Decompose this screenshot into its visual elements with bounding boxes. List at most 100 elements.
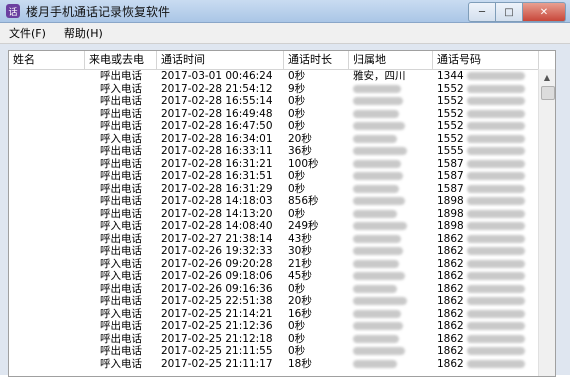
table-row[interactable]: 呼出电话 2017-03-01 00:46:24 0秒 雅安，四川 1344 xyxy=(9,70,555,83)
table-row[interactable]: 呼入电话 2017-02-28 14:08:40 249秒 1898 xyxy=(9,220,555,233)
cell-number: 1552 xyxy=(433,120,539,133)
cell-duration: 43秒 xyxy=(288,232,312,245)
table-row[interactable]: 呼出电话 2017-02-26 19:32:33 30秒 1862 xyxy=(9,245,555,258)
cell-location xyxy=(349,258,433,271)
table-row[interactable]: 呼出电话 2017-02-28 16:31:51 0秒 1587 xyxy=(9,170,555,183)
redacted-location xyxy=(353,359,397,368)
cell-duration: 0秒 xyxy=(288,207,306,220)
call-log-table[interactable]: 姓名 来电或去电 通话时间 通话时长 归属地 通话号码 呼出电话 2017-03-… xyxy=(8,50,556,377)
cell-location xyxy=(349,233,433,246)
cell-name xyxy=(9,145,85,158)
scroll-thumb[interactable] xyxy=(541,86,555,100)
cell-direction: 呼出电话 xyxy=(100,120,142,132)
table-header: 姓名 来电或去电 通话时间 通话时长 归属地 通话号码 xyxy=(9,51,555,70)
cell-time: 2017-02-26 09:18:06 xyxy=(161,270,273,282)
cell-time: 2017-02-25 21:12:18 xyxy=(161,332,273,345)
table-body: 呼出电话 2017-03-01 00:46:24 0秒 雅安，四川 1344 呼入电话 20… xyxy=(9,70,555,376)
table-row[interactable]: 呼出电话 2017-02-26 09:16:36 0秒 1862 xyxy=(9,283,555,296)
maximize-button[interactable]: □ xyxy=(496,2,523,22)
table-row[interactable]: 呼入电话 2017-02-25 21:11:17 18秒 1862 xyxy=(9,358,555,371)
table-row[interactable]: 呼出电话 2017-02-28 16:31:29 0秒 1587 xyxy=(9,183,555,196)
cell-time: 2017-02-28 14:18:03 xyxy=(161,195,273,207)
cell-direction: 呼出电话 xyxy=(100,245,142,257)
redacted-number xyxy=(467,322,525,330)
cell-number: 1862 xyxy=(433,358,539,371)
cell-time: 2017-02-28 16:33:11 xyxy=(161,145,273,157)
cell-number: 1862 xyxy=(433,320,539,333)
column-header-name[interactable]: 姓名 xyxy=(9,51,85,69)
cell-time: 2017-03-01 00:46:24 xyxy=(161,70,273,82)
table-row[interactable]: 呼出电话 2017-02-25 21:12:18 0秒 1862 xyxy=(9,333,555,346)
cell-location xyxy=(349,133,433,146)
cell-direction: 呼入电话 xyxy=(100,270,142,282)
column-header-direction[interactable]: 来电或去电 xyxy=(85,51,157,69)
redacted-number xyxy=(467,72,525,80)
cell-location xyxy=(349,95,433,108)
cell-location xyxy=(349,245,433,258)
column-header-time[interactable]: 通话时间 xyxy=(157,51,284,69)
table-row[interactable]: 呼入电话 2017-02-26 09:20:28 21秒 1862 xyxy=(9,258,555,271)
table-row[interactable]: 呼入电话 2017-02-28 21:54:12 9秒 1552 xyxy=(9,83,555,96)
cell-name xyxy=(9,158,85,171)
table-row[interactable]: 呼出电话 2017-02-25 21:11:55 0秒 1862 xyxy=(9,345,555,358)
cell-number: 1862 xyxy=(433,308,539,321)
redacted-number xyxy=(467,147,525,155)
cell-location xyxy=(349,220,433,233)
cell-time: 2017-02-25 21:11:55 xyxy=(161,345,273,357)
cell-duration: 100秒 xyxy=(288,157,319,170)
redacted-location xyxy=(353,122,405,130)
column-header-location[interactable]: 归属地 xyxy=(349,51,433,69)
window-controls: ─ □ ✕ xyxy=(468,2,566,22)
table-row[interactable]: 呼出电话 2017-02-28 14:18:03 856秒 1898 xyxy=(9,195,555,208)
table-row[interactable]: 呼出电话 2017-02-28 16:31:21 100秒 1587 xyxy=(9,158,555,171)
close-button[interactable]: ✕ xyxy=(523,2,566,22)
table-row[interactable]: 呼入电话 2017-02-26 09:18:06 45秒 1862 xyxy=(9,270,555,283)
redacted-location xyxy=(353,272,405,280)
cell-duration: 0秒 xyxy=(288,95,306,107)
redacted-number xyxy=(467,109,525,118)
column-header-number[interactable]: 通话号码 xyxy=(433,51,539,69)
redacted-number xyxy=(467,222,525,230)
table-row[interactable]: 呼出电话 2017-02-27 21:38:14 43秒 1862 xyxy=(9,233,555,246)
cell-duration: 0秒 xyxy=(288,70,306,82)
cell-name xyxy=(9,295,85,308)
cell-direction: 呼出电话 xyxy=(100,70,142,82)
table-row[interactable]: 呼出电话 2017-02-28 16:49:48 0秒 1552 xyxy=(9,108,555,121)
cell-duration: 18秒 xyxy=(288,357,312,370)
cell-name xyxy=(9,270,85,283)
table-row[interactable]: 呼出电话 2017-02-28 16:55:14 0秒 1552 xyxy=(9,95,555,108)
table-row[interactable]: 呼入电话 2017-02-28 16:34:01 20秒 1552 xyxy=(9,133,555,146)
cell-number: 1862 xyxy=(433,270,539,283)
vertical-scrollbar[interactable]: ▲ xyxy=(538,69,555,376)
cell-location xyxy=(349,295,433,308)
cell-direction: 呼出电话 xyxy=(100,157,142,170)
cell-time: 2017-02-28 16:31:29 xyxy=(161,182,273,195)
redacted-number xyxy=(467,259,525,268)
cell-number: 1552 xyxy=(433,95,539,108)
cell-number: 1898 xyxy=(433,220,539,233)
redacted-location xyxy=(353,297,407,305)
cell-duration: 0秒 xyxy=(288,320,306,332)
cell-number: 1587 xyxy=(433,158,539,171)
cell-number: 1862 xyxy=(433,258,539,271)
cell-number: 1862 xyxy=(433,245,539,258)
table-row[interactable]: 呼出电话 2017-02-25 22:51:38 20秒 1862 xyxy=(9,295,555,308)
cell-number: 1587 xyxy=(433,170,539,183)
cell-direction: 呼出电话 xyxy=(100,332,142,345)
table-row[interactable]: 呼出电话 2017-02-28 14:13:20 0秒 1898 xyxy=(9,208,555,221)
redacted-location xyxy=(353,147,407,155)
menu-help[interactable]: 帮助(H) xyxy=(55,25,112,41)
table-row[interactable]: 呼出电话 2017-02-28 16:33:11 36秒 1555 xyxy=(9,145,555,158)
column-header-duration[interactable]: 通话时长 xyxy=(284,51,349,69)
cell-number: 1862 xyxy=(433,345,539,358)
scroll-up-arrow-icon[interactable]: ▲ xyxy=(539,69,555,85)
redacted-location xyxy=(353,247,403,255)
cell-duration: 30秒 xyxy=(288,245,312,257)
minimize-button[interactable]: ─ xyxy=(468,2,496,22)
table-row[interactable]: 呼入电话 2017-02-25 21:14:21 16秒 1862 xyxy=(9,308,555,321)
cell-name xyxy=(9,333,85,346)
table-row[interactable]: 呼出电话 2017-02-28 16:47:50 0秒 1552 xyxy=(9,120,555,133)
table-row[interactable]: 呼出电话 2017-02-25 21:12:36 0秒 1862 xyxy=(9,320,555,333)
title-bar[interactable]: 话 楼月手机通话记录恢复软件 ─ □ ✕ xyxy=(0,0,570,23)
menu-file[interactable]: 文件(F) xyxy=(0,25,55,41)
